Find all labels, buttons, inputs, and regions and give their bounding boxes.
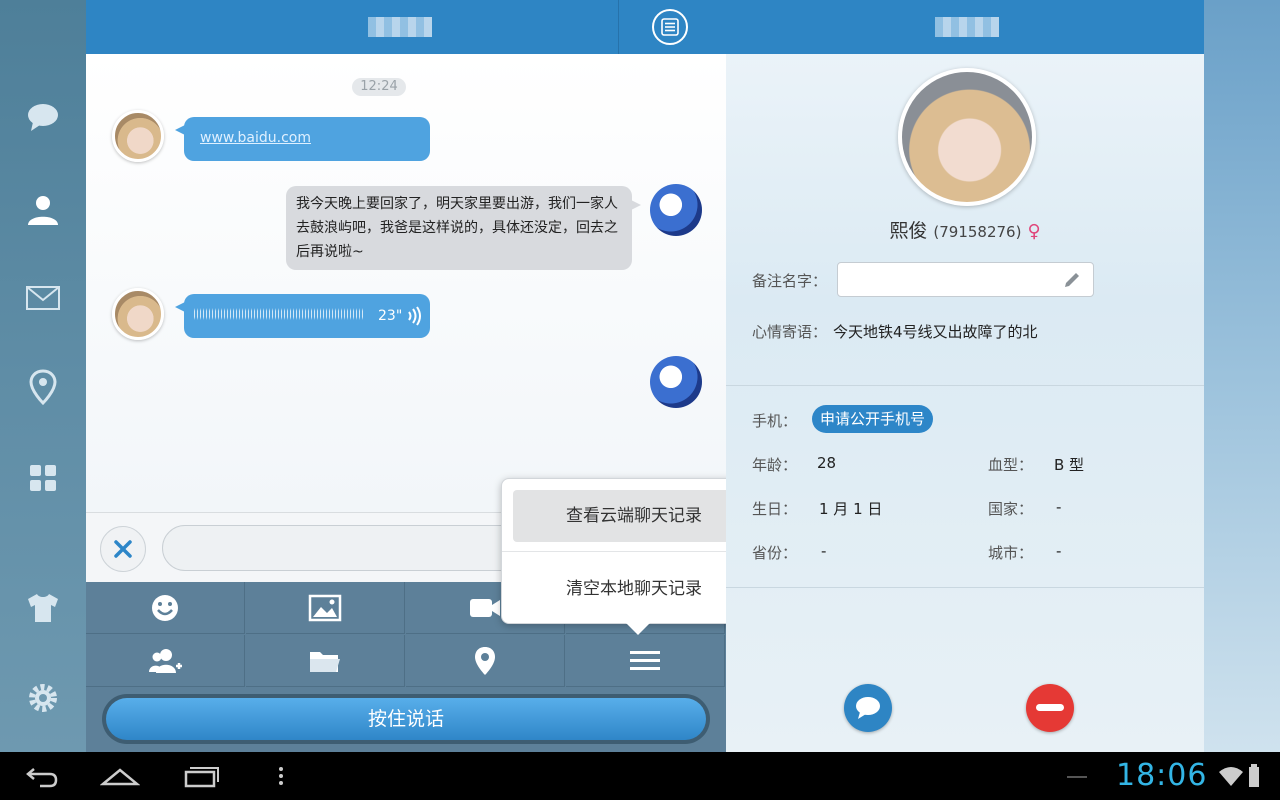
birthday-value: 1 月 1 日: [819, 500, 883, 518]
chat-header: [86, 0, 726, 54]
close-icon: [114, 540, 132, 558]
profile-panel: 熙俊 (79158276) ♀ 备注名字： 心情寄语： 今天地铁4号线又出故障了…: [726, 0, 1204, 752]
add-member-button[interactable]: [86, 635, 245, 687]
message-bubble-link[interactable]: www.baidu.com: [175, 117, 430, 161]
my-avatar[interactable]: [650, 184, 702, 236]
contact-avatar[interactable]: [112, 288, 164, 340]
pencil-icon[interactable]: [1062, 270, 1082, 290]
location-pin-icon: [29, 369, 57, 405]
age-value: 28: [817, 454, 837, 472]
mail-icon: [26, 286, 60, 310]
city-label: 城市：: [988, 544, 1034, 562]
age-label: 年龄：: [752, 456, 798, 474]
apps-grid-icon: [30, 465, 56, 491]
phone-label: 手机：: [752, 412, 798, 430]
province-value: -: [821, 542, 827, 560]
delete-contact-button[interactable]: [1026, 684, 1074, 732]
mood-text: 今天地铁4号线又出故障了的北: [833, 323, 1038, 341]
wallpaper-edge: [1204, 0, 1280, 752]
system-bar: 18:06: [0, 752, 1280, 800]
send-location-button[interactable]: [406, 635, 565, 687]
battery-icon: [1249, 764, 1259, 787]
voice-duration: 23": [378, 308, 403, 324]
voice-playing-icon: [408, 306, 421, 326]
profile-name: 熙俊: [889, 220, 928, 242]
blood-type-value: B 型: [1054, 456, 1085, 474]
remark-label: 备注名字：: [752, 272, 828, 290]
list-icon: [661, 18, 679, 36]
message-bubble-voice[interactable]: 23": [175, 294, 430, 338]
message-list[interactable]: 12:24 www.baidu.com 我今天晚上要回家了，明天家里要出游，我们…: [86, 54, 726, 512]
message-bubble-text[interactable]: 我今天晚上要回家了，明天家里要出游，我们一家人去鼓浪屿吧，我爸是这样说的，具体还…: [286, 186, 641, 270]
country-label: 国家：: [988, 500, 1034, 518]
add-user-icon: [149, 648, 182, 673]
nav-location[interactable]: [0, 357, 86, 417]
chat-bubble-icon: [28, 104, 58, 131]
contacts-icon: [28, 196, 58, 225]
request-phone-button[interactable]: 申请公开手机号: [812, 405, 934, 433]
contact-avatar[interactable]: [112, 110, 164, 162]
nav-mail[interactable]: [0, 267, 86, 327]
voice-waveform: [194, 304, 364, 324]
country-value: -: [1056, 498, 1062, 516]
send-message-button[interactable]: [844, 684, 892, 732]
hamburger-icon: [630, 650, 660, 670]
recent-apps-icon[interactable]: [182, 764, 220, 788]
profile-header: [726, 0, 1204, 54]
location-pin-icon: [475, 646, 495, 675]
header-divider: [618, 0, 619, 54]
system-clock: 18:06: [1116, 758, 1208, 793]
menu-button[interactable]: [566, 635, 725, 687]
clear-local-history-item[interactable]: 清空本地聊天记录: [513, 563, 755, 615]
blood-type-label: 血型：: [988, 456, 1034, 474]
mood-label: 心情寄语：: [752, 323, 828, 341]
nav-chat[interactable]: [0, 88, 86, 148]
profile-name-row: 熙俊 (79158276) ♀: [726, 216, 1204, 243]
profile-divider: [726, 385, 1204, 386]
overflow-menu-icon[interactable]: [276, 764, 286, 788]
wifi-icon: [1219, 767, 1243, 786]
message-text: 我今天晚上要回家了，明天家里要出游，我们一家人去鼓浪屿吧，我爸是这样说的，具体还…: [296, 196, 618, 260]
chat-panel: 12:24 www.baidu.com 我今天晚上要回家了，明天家里要出游，我们…: [86, 0, 726, 752]
birthday-label: 生日：: [752, 500, 798, 518]
image-button[interactable]: [246, 582, 405, 634]
message-timestamp: 12:24: [352, 78, 406, 96]
chat-history-button[interactable]: [652, 9, 688, 45]
nav-settings[interactable]: [0, 668, 86, 728]
city-value: -: [1056, 542, 1062, 560]
province-label: 省份：: [752, 544, 798, 562]
gear-icon: [29, 684, 57, 712]
profile-qq-number: (79158276): [933, 223, 1022, 241]
minus-icon: [1036, 704, 1064, 711]
nav-apps[interactable]: [0, 448, 86, 508]
smiley-icon: [152, 594, 178, 621]
emoji-button[interactable]: [86, 582, 245, 634]
close-input-button[interactable]: [100, 526, 146, 572]
profile-divider: [726, 587, 1204, 588]
my-avatar[interactable]: [650, 356, 702, 408]
remark-input[interactable]: [837, 262, 1094, 297]
message-link[interactable]: www.baidu.com: [200, 130, 311, 146]
chat-bubble-icon: [856, 697, 880, 719]
profile-title-blurred: [935, 17, 999, 37]
file-button[interactable]: [246, 635, 405, 687]
left-nav: [0, 0, 86, 752]
folder-icon: [310, 651, 340, 672]
profile-avatar[interactable]: [898, 68, 1036, 206]
back-icon[interactable]: [22, 764, 58, 788]
home-icon[interactable]: [100, 764, 140, 788]
notification-dash-icon: [1067, 776, 1087, 778]
nav-theme[interactable]: [0, 578, 86, 638]
hold-to-talk-label: 按住说话: [106, 698, 706, 740]
image-icon: [308, 594, 342, 621]
chat-title-blurred: [368, 17, 432, 37]
view-cloud-history-item[interactable]: 查看云端聊天记录: [513, 490, 755, 542]
video-camera-icon: [470, 598, 500, 617]
talk-bar: 按住说话: [86, 688, 726, 752]
nav-contacts[interactable]: [0, 180, 86, 240]
theme-shirt-icon: [28, 594, 58, 622]
hold-to-talk-button[interactable]: 按住说话: [102, 694, 710, 744]
female-icon: ♀: [1027, 221, 1041, 242]
